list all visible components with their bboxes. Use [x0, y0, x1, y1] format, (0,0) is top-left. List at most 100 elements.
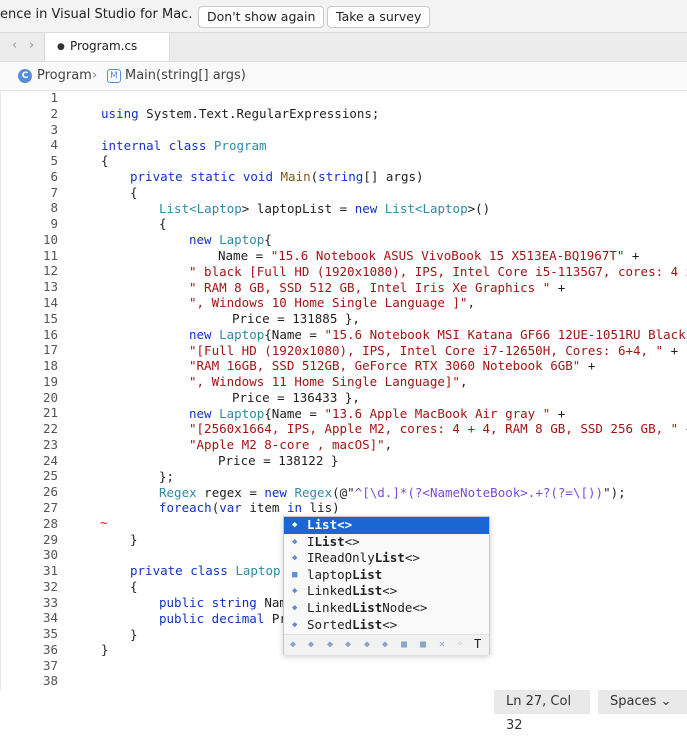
code-keyword: new [189, 405, 212, 421]
code-text: (@" [332, 484, 355, 500]
filter-icon[interactable]: ◆ [308, 639, 314, 650]
code-keyword: var [219, 500, 242, 516]
completion-item-label: IReadOnlyList<> [307, 550, 420, 566]
type-filter-button[interactable]: T [474, 637, 481, 651]
code-string: "13.6 Apple MacBook Air gray " [324, 405, 551, 421]
code-text: "); [603, 484, 626, 500]
code-keyword: public decimal [159, 610, 265, 626]
error-squiggle: ~ [100, 516, 108, 532]
completion-item-label: LinkedListNode<> [307, 600, 428, 615]
completion-item-label: SortedList<> [307, 616, 398, 632]
take-survey-button[interactable]: Take a survey [327, 6, 431, 28]
code-keyword: in [286, 500, 303, 516]
code-type: Laptop [219, 232, 265, 248]
filter-icon[interactable]: ◆ [290, 639, 296, 650]
code-type: List< [384, 200, 423, 216]
code-text: System.Text.RegularExpressions; [138, 106, 380, 121]
code-line: private static void Main(string[] args) [0, 169, 687, 185]
code-keyword: new [264, 484, 287, 500]
code-line: new Laptop{ [0, 232, 687, 248]
method-icon: M [107, 69, 121, 83]
modified-dot-icon: ● [57, 42, 65, 52]
code-text: + [550, 405, 566, 421]
code-line: { [0, 185, 687, 201]
filter-icon[interactable]: ◆ [345, 639, 351, 650]
code-string: " black [Full HD (1920x1080), IPS, Intel… [189, 263, 687, 279]
code-text: + [663, 342, 679, 358]
completion-item[interactable]: ◆ LinkedList<> [284, 583, 489, 600]
code-keyword: public string [159, 595, 257, 610]
code-keyword: private class [130, 563, 228, 579]
code-type: Laptop [219, 326, 265, 342]
tab-bar: ‹ › ● Program.cs [0, 33, 687, 62]
code-keyword: private static void [130, 169, 273, 184]
code-line: "[Full HD (1920x1080), IPS, Intel Core i… [0, 343, 687, 359]
code-line: Price = 131885 }, [0, 311, 687, 327]
code-text: regex = [196, 484, 265, 500]
code-type: List< [159, 200, 197, 216]
back-arrow-icon[interactable]: ‹ [12, 38, 17, 53]
completion-item[interactable]: ◆ List<> [284, 517, 489, 534]
completion-item[interactable]: ◆ IReadOnlyList<> [284, 550, 489, 567]
code-text: + [580, 358, 596, 374]
completion-item[interactable]: ◆ SortedList<> [284, 617, 489, 634]
code-text: } [130, 531, 138, 547]
code-keyword: using [101, 106, 139, 121]
code-text: {Name = [264, 326, 325, 342]
line-number-text: 38 [42, 673, 58, 689]
forward-arrow-icon[interactable]: › [29, 38, 34, 53]
line-number: 37 [0, 658, 687, 674]
code-text: , [459, 374, 468, 390]
code-method: Main [280, 169, 311, 184]
filter-icon[interactable]: ◆ [327, 639, 333, 650]
class-icon: ◆ [292, 619, 298, 630]
line-number-text: 3 [50, 121, 58, 137]
filter-icon[interactable]: ■ [401, 639, 407, 650]
code-line: Regex regex = new Regex(@"^[\d.]*(?<Name… [0, 485, 687, 501]
code-type: Laptop [219, 405, 265, 421]
filter-icon[interactable]: ◆ [364, 639, 370, 650]
code-text: + [678, 421, 687, 436]
code-line: Price = 136433 }, [0, 390, 687, 406]
code-keyword: new [354, 200, 378, 216]
indent-selector[interactable]: Spaces ⌄ [598, 690, 687, 714]
code-text: } [130, 626, 138, 642]
breadcrumb-class[interactable]: Program [37, 68, 92, 83]
code-text: Price = 136433 }, [232, 389, 360, 405]
completion-list[interactable]: ◆ List<> ◆ IList<> ◆ IReadOnlyList<> ■ laptopLi… [283, 516, 490, 655]
code-text: }; [159, 468, 175, 484]
completion-filter-bar: ◆ ◆ ◆ ◆ ◆ ◆ ■ ■ ✕ ◦ T [284, 634, 489, 655]
code-text: > laptopList = [241, 200, 355, 216]
code-text: Name = [218, 248, 271, 263]
code-type: Regex [159, 484, 197, 500]
code-regex: ^[\d.]*(?<NameNoteBook>.+?(?=\[)) [354, 484, 604, 500]
tab-program-cs[interactable]: ● Program.cs [44, 33, 170, 61]
class-icon: ◆ [292, 586, 298, 597]
tab-label: Program.cs [70, 39, 138, 53]
cursor-position[interactable]: Ln 27, Col 32 [494, 690, 590, 733]
code-string: "Apple M2 8-core , macOS]" [189, 437, 385, 453]
completion-item-label: IList<> [307, 533, 360, 549]
dont-show-again-button[interactable]: Don't show again [198, 6, 325, 28]
code-string: ", Windows 10 Home Single Language ]" [189, 295, 468, 311]
breadcrumb-method[interactable]: Main(string[] args) [125, 68, 246, 83]
code-type: Laptop [235, 563, 281, 579]
code-string: "[2560x1664, IPS, Apple M2, cores: 4 + 4… [189, 421, 679, 437]
completion-item[interactable]: ◆ LinkedListNode<> [284, 600, 489, 617]
completion-item[interactable]: ■ laptopList [284, 567, 489, 584]
completion-item[interactable]: ◆ IList<> [284, 534, 489, 551]
code-line-current: foreach(var item in lis) [0, 500, 687, 516]
code-type: Laptop [196, 200, 242, 216]
info-bar: ence in Visual Studio for Mac. Don't sho… [0, 0, 687, 33]
code-line: Price = 138122 } [0, 453, 687, 469]
filter-icon[interactable]: ■ [420, 639, 426, 650]
code-line: internal class Program [0, 138, 687, 154]
filter-icon[interactable]: ◆ [382, 639, 388, 650]
code-line: using System.Text.RegularExpressions; [0, 106, 687, 122]
filter-icon[interactable]: ◦ [457, 639, 463, 650]
filter-icon[interactable]: ✕ [439, 639, 445, 650]
code-keyword: internal class [101, 137, 207, 153]
code-keyword: foreach [159, 500, 212, 516]
class-icon: ◆ [292, 520, 298, 530]
code-line: " black [Full HD (1920x1080), IPS, Intel… [0, 264, 687, 280]
